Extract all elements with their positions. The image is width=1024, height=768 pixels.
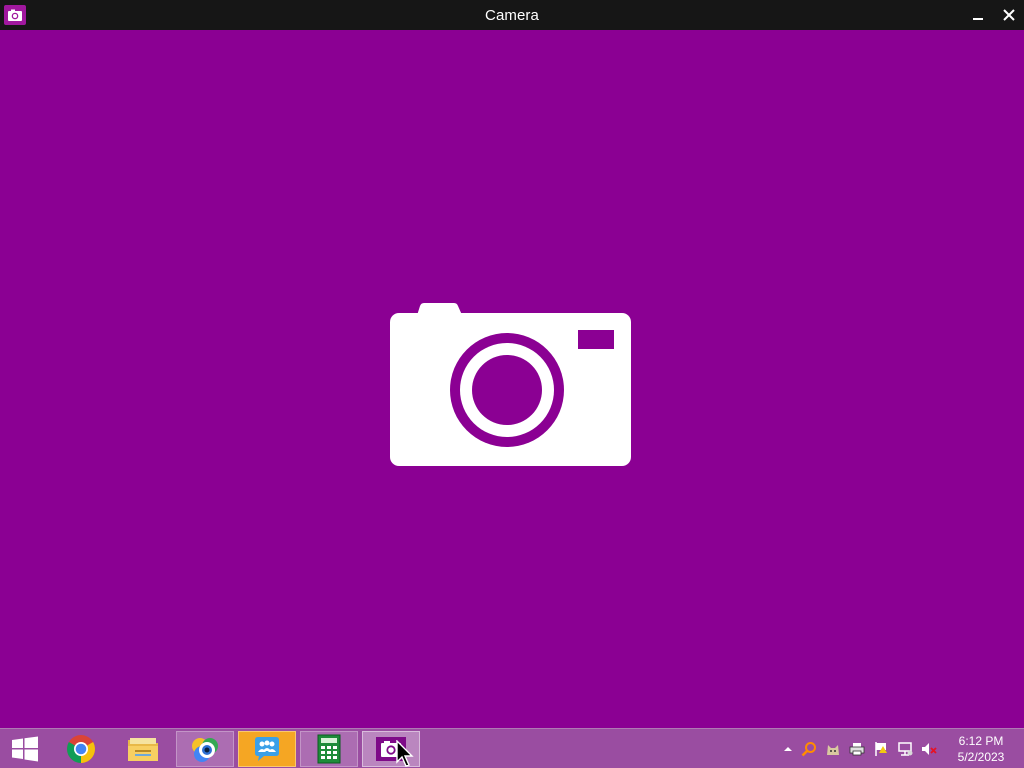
- camera-icon: [390, 303, 631, 466]
- taskbar-clock[interactable]: 6:12 PM 5/2/2023: [948, 733, 1014, 765]
- taskbar-file-explorer[interactable]: [114, 731, 172, 767]
- close-button[interactable]: [993, 0, 1024, 30]
- system-tray: [776, 729, 946, 768]
- tray-volume[interactable]: [921, 741, 937, 757]
- folder-icon: [128, 738, 158, 761]
- windows-logo-icon: [12, 736, 38, 762]
- clock-time: 6:12 PM: [958, 734, 1004, 748]
- clock-date: 5/2/2023: [957, 750, 1005, 764]
- start-button[interactable]: [0, 729, 50, 768]
- close-icon: [1003, 9, 1015, 21]
- camera-viewport[interactable]: [0, 30, 1024, 728]
- minimize-icon: [973, 18, 983, 20]
- chevron-up-icon: [784, 747, 792, 751]
- tray-network[interactable]: [897, 741, 913, 757]
- mouse-pointer-icon: [396, 740, 414, 767]
- minimize-button[interactable]: [962, 0, 994, 30]
- cat-icon: [827, 745, 839, 755]
- taskbar-vision-app[interactable]: [176, 731, 234, 767]
- chrome-icon: [67, 735, 95, 763]
- taskbar-people-app[interactable]: [238, 731, 296, 767]
- network-icon: [898, 742, 913, 756]
- tray-printer[interactable]: [849, 741, 865, 757]
- flag-icon: [875, 742, 887, 756]
- tray-action-center[interactable]: [873, 741, 889, 757]
- eye-icon: [192, 738, 218, 762]
- taskbar: 6:12 PM 5/2/2023: [0, 728, 1024, 768]
- printer-icon: [849, 743, 865, 756]
- calculator-icon: [317, 734, 341, 764]
- volume-muted-icon: [922, 743, 937, 755]
- taskbar-chrome[interactable]: [52, 731, 110, 767]
- taskbar-calculator[interactable]: [300, 731, 358, 767]
- tray-search[interactable]: [801, 741, 817, 757]
- title-bar: Camera: [0, 0, 1024, 30]
- people-chat-icon: [255, 737, 279, 761]
- magnifier-icon: [801, 742, 816, 757]
- tray-cat-app[interactable]: [825, 741, 841, 757]
- show-hidden-icons-button[interactable]: [780, 741, 796, 757]
- window-title: Camera: [485, 7, 539, 24]
